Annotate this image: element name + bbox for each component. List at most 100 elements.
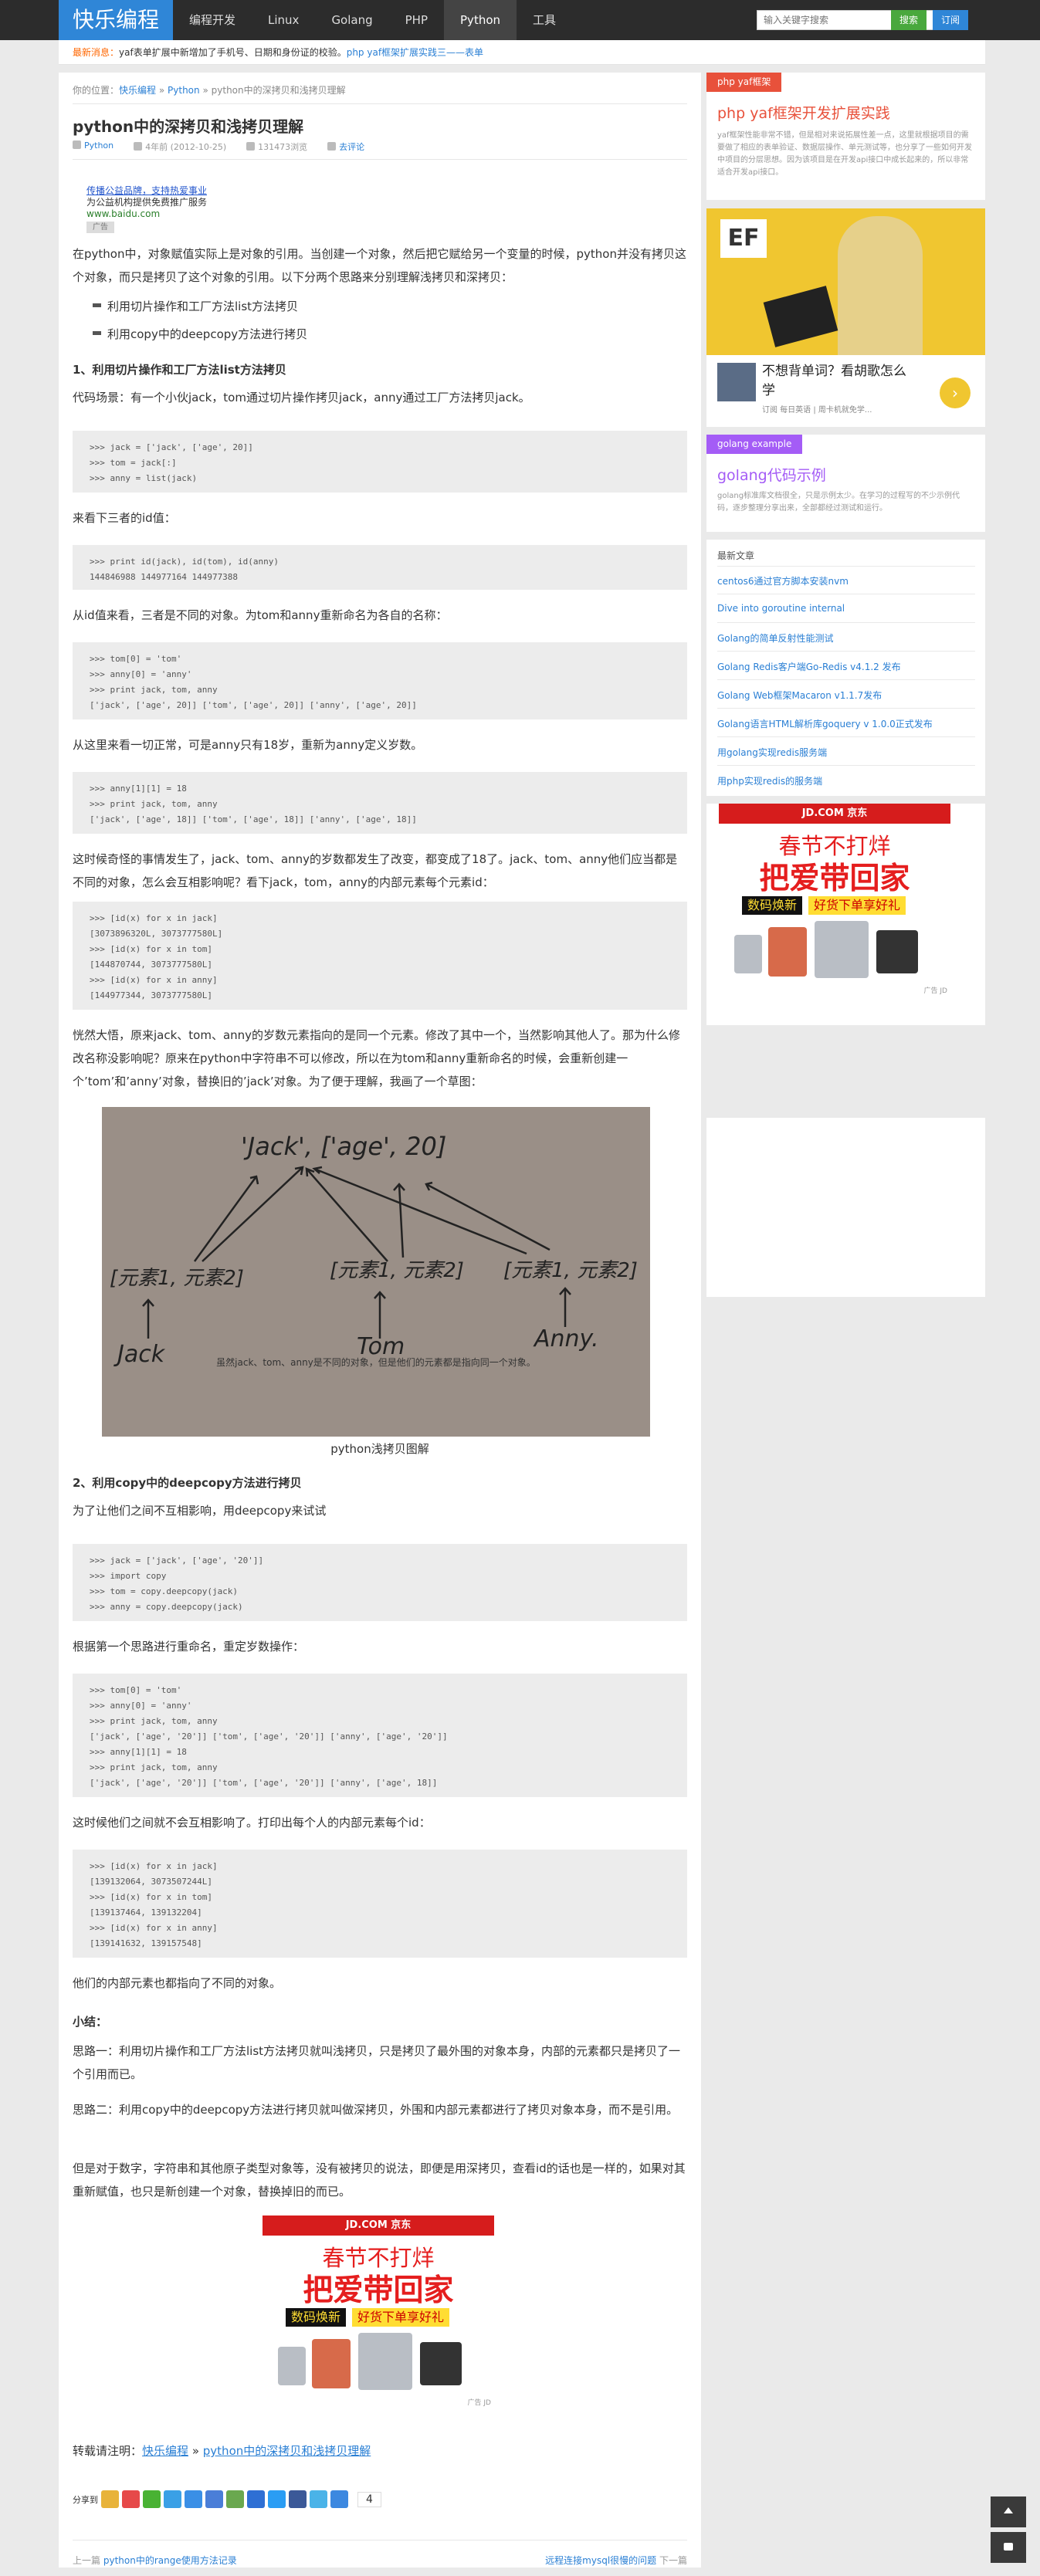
notice-link[interactable]: php yaf框架扩展实践三——表单 <box>347 47 483 58</box>
recent-post-link[interactable]: Golang Web框架Macaron v1.1.7发布 <box>717 689 882 702</box>
jd-line2: 把爱带回家 <box>303 2273 454 2308</box>
qq-icon[interactable] <box>185 2490 202 2508</box>
paragraph: 这时候奇怪的事情发生了，jack、tom、anny的岁数都发生了改变，都变成了1… <box>73 852 678 889</box>
next-label: 下一篇 <box>659 2555 687 2566</box>
nav-item-python[interactable]: Python <box>444 0 517 40</box>
share-bar: 分享到 4 <box>73 2490 381 2508</box>
recent-post-link[interactable]: Golang Redis客户端Go-Redis v4.1.2 发布 <box>717 660 901 673</box>
recent-post-link[interactable]: centos6通过官方脚本安装nvm <box>717 574 849 587</box>
clock-icon <box>134 142 143 151</box>
more-share-icon[interactable] <box>330 2490 348 2508</box>
sidebar-ef-ad[interactable]: EF 不想背单词？看胡歌怎么学 订阅 每日英语 | 周卡机就免学... › <box>706 208 985 427</box>
product-image <box>876 930 918 973</box>
section-heading: 2、利用copy中的deepcopy方法进行拷贝 <box>73 1476 302 1490</box>
breadcrumb-section[interactable]: Python <box>168 85 200 96</box>
article-meta: Python 4年前 (2012-10-25) 131473浏览 去评论 <box>73 140 364 153</box>
sidebar-yaf-card: php yaf框架 php yaf框架开发扩展实践 yaf框架性能非常不错，但是… <box>706 73 985 200</box>
jd-banner-ad[interactable]: JD.COM 京东 春节不打烊 把爱带回家 数码焕新 好货下单享好礼 广告 JD <box>719 804 950 997</box>
chevron-right-icon[interactable]: › <box>940 377 971 408</box>
nav-item-dev[interactable]: 编程开发 <box>173 0 252 40</box>
paragraph: 他们的内部元素也都指向了不同的对象。 <box>73 1976 282 1990</box>
search-button[interactable]: 搜索 <box>891 10 927 30</box>
qzone-icon[interactable] <box>101 2490 119 2508</box>
nav-item-php[interactable]: PHP <box>389 0 444 40</box>
yaf-tag: php yaf框架 <box>706 73 782 92</box>
divider <box>717 736 975 737</box>
paragraph: 代码场景：有一个小伙jack，tom通过切片操作拷贝jack，anny通过工厂方… <box>73 391 530 405</box>
sina-icon[interactable] <box>268 2490 286 2508</box>
repost-title-link[interactable]: python中的深拷贝和浅拷贝理解 <box>203 2444 371 2458</box>
tencent-weibo-icon[interactable] <box>164 2490 181 2508</box>
twitter-icon[interactable] <box>310 2490 327 2508</box>
wechat-icon[interactable] <box>143 2490 161 2508</box>
ad-title[interactable]: 传播公益品牌，支持热爱事业 <box>86 185 207 197</box>
renren-icon[interactable] <box>205 2490 223 2508</box>
golang-tag: golang example <box>706 435 803 454</box>
section-heading: 1、利用切片操作和工厂方法list方法拷贝 <box>73 363 286 377</box>
summary-paragraph: 但是对于数字，字符串和其他原子类型对象等，没有被拷贝的说法，即便是用深拷贝，查看… <box>73 2161 686 2199</box>
arrow <box>559 1287 571 1327</box>
category-link[interactable]: Python <box>84 140 113 151</box>
sketch-image: 'Jack', ['age', 20] [元素1, 元素2] [元素1, 元素2… <box>102 1107 650 1437</box>
golang-title-link[interactable]: golang代码示例 <box>717 464 826 485</box>
sidebar-jd-ad-card: JD.COM 京东 春节不打烊 把爱带回家 数码焕新 好货下单享好礼 广告 JD <box>706 804 985 1025</box>
code-block: >>> [id(x) for x in jack] [3073896320L, … <box>73 902 687 1010</box>
arrow <box>393 1183 405 1258</box>
yaf-title-link[interactable]: php yaf框架开发扩展实践 <box>717 102 890 123</box>
code-block: >>> print id(jack), id(tom), id(anny) 14… <box>73 545 687 590</box>
text-ad[interactable]: 传播公益品牌，支持热爱事业 为公益机构提供免费推广服务 www.baidu.co… <box>86 185 207 233</box>
divider <box>717 566 975 567</box>
jd-banner-ad[interactable]: JD.COM 京东 春节不打烊 把爱带回家 数码焕新 好货下单享好礼 广告 JD <box>263 2215 494 2408</box>
comment-link[interactable]: 去评论 <box>339 142 364 152</box>
product-image <box>278 2347 306 2385</box>
sketch-top: 'Jack', ['age', 20] <box>241 1132 446 1161</box>
subscribe-button[interactable]: 订阅 <box>933 10 968 30</box>
product-image <box>358 2333 412 2390</box>
divider <box>73 159 687 160</box>
facebook-icon[interactable] <box>289 2490 307 2508</box>
notice-bar: 最新消息：yaf表单扩展中新增加了手机号、日期和身份证的校验。php yaf框架… <box>59 40 985 65</box>
sketch-note: 虽然jack、tom、anny是不同的对象，但是他们的元素都是指向同一个对象。 <box>216 1357 536 1368</box>
jd-tag1: 数码焕新 <box>742 896 803 915</box>
recent-post-link[interactable]: Golang语言HTML解析库goquery v 1.0.0正式发布 <box>717 717 933 730</box>
recent-post-link[interactable]: Dive into goroutine internal <box>717 603 845 614</box>
recent-post-link[interactable]: 用golang实现redis服务端 <box>717 746 827 759</box>
nav-item-golang[interactable]: Golang <box>315 0 388 40</box>
next-post-link[interactable]: 远程连接mysql很慢的问题 <box>545 2555 656 2566</box>
intro-paragraph: 在python中，对象赋值实际上是对象的引用。当创建一个对象，然后把它赋给另一个… <box>73 247 686 284</box>
eye-icon <box>246 142 256 151</box>
sketch-list-1: [元素1, 元素2] <box>110 1267 244 1290</box>
meta-comments: 去评论 <box>327 140 364 153</box>
repost-site-link[interactable]: 快乐编程 <box>142 2444 188 2458</box>
code-block: >>> jack = ['jack', ['age', 20]] >>> tom… <box>73 431 687 493</box>
divider <box>717 622 975 623</box>
repost-label: 转载请注明： <box>73 2444 143 2458</box>
arrow <box>374 1291 386 1339</box>
scroll-top-button[interactable] <box>991 2496 1026 2527</box>
code-block: >>> tom[0] = 'tom' >>> anny[0] = 'anny' … <box>73 1674 687 1797</box>
nav-item-linux[interactable]: Linux <box>252 0 315 40</box>
breadcrumb-home[interactable]: 快乐编程 <box>119 85 156 96</box>
share-label: 分享到 <box>73 2494 98 2505</box>
site-logo[interactable]: 快乐编程 <box>59 0 173 40</box>
product-image <box>420 2342 462 2385</box>
douban-icon[interactable] <box>226 2490 244 2508</box>
ef-ad-title[interactable]: 不想背单词？看胡歌怎么学 <box>762 360 916 398</box>
yaf-description: yaf框架性能非常不错，但是相对来说拓展性差一点，这里就根据项目的需要做了相应的… <box>717 131 972 177</box>
recent-post-link[interactable]: 用php实现redis的服务端 <box>717 774 822 787</box>
ad-tag: 广告 JD <box>467 2399 491 2407</box>
weibo-icon[interactable] <box>122 2490 140 2508</box>
meta-date: 4年前 (2012-10-25) <box>134 140 226 153</box>
image-caption: python浅拷贝图解 <box>330 1442 429 1456</box>
prev-post-link[interactable]: python中的range使用方法记录 <box>103 2555 237 2566</box>
nav-item-tools[interactable]: 工具 <box>517 0 572 40</box>
prev-label: 上一篇 <box>73 2555 101 2566</box>
comment-icon <box>1004 2543 1013 2551</box>
code-block: >>> tom[0] = 'tom' >>> anny[0] = 'anny' … <box>73 642 687 719</box>
comment-float-button[interactable] <box>991 2532 1026 2563</box>
recent-post-link[interactable]: Golang的简单反射性能测试 <box>717 631 834 645</box>
jd-brand: JD.COM 京东 <box>263 2215 494 2236</box>
main-nav: 编程开发 Linux Golang PHP Python 工具 <box>173 0 572 40</box>
baidu-icon[interactable] <box>247 2490 265 2508</box>
paragraph: 这时候他们之间就不会互相影响了。打印出每个人的内部元素每个id： <box>73 1816 431 1830</box>
